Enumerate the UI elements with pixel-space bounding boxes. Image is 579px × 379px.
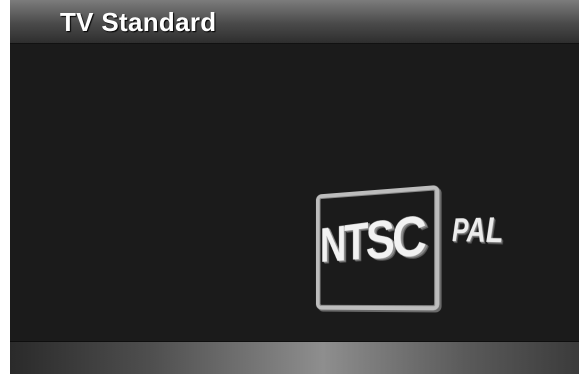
page-title: TV Standard xyxy=(60,7,217,37)
content-area xyxy=(10,44,579,341)
screen-frame: TV Standard xyxy=(10,0,579,379)
header-bar: TV Standard xyxy=(10,0,579,44)
option-pal-label: PAL xyxy=(452,209,504,251)
footer-bar xyxy=(10,341,579,379)
option-ntsc-label: NTSC xyxy=(320,204,424,273)
option-pal[interactable]: PAL xyxy=(452,209,522,256)
option-ntsc[interactable]: NTSC xyxy=(312,184,440,311)
